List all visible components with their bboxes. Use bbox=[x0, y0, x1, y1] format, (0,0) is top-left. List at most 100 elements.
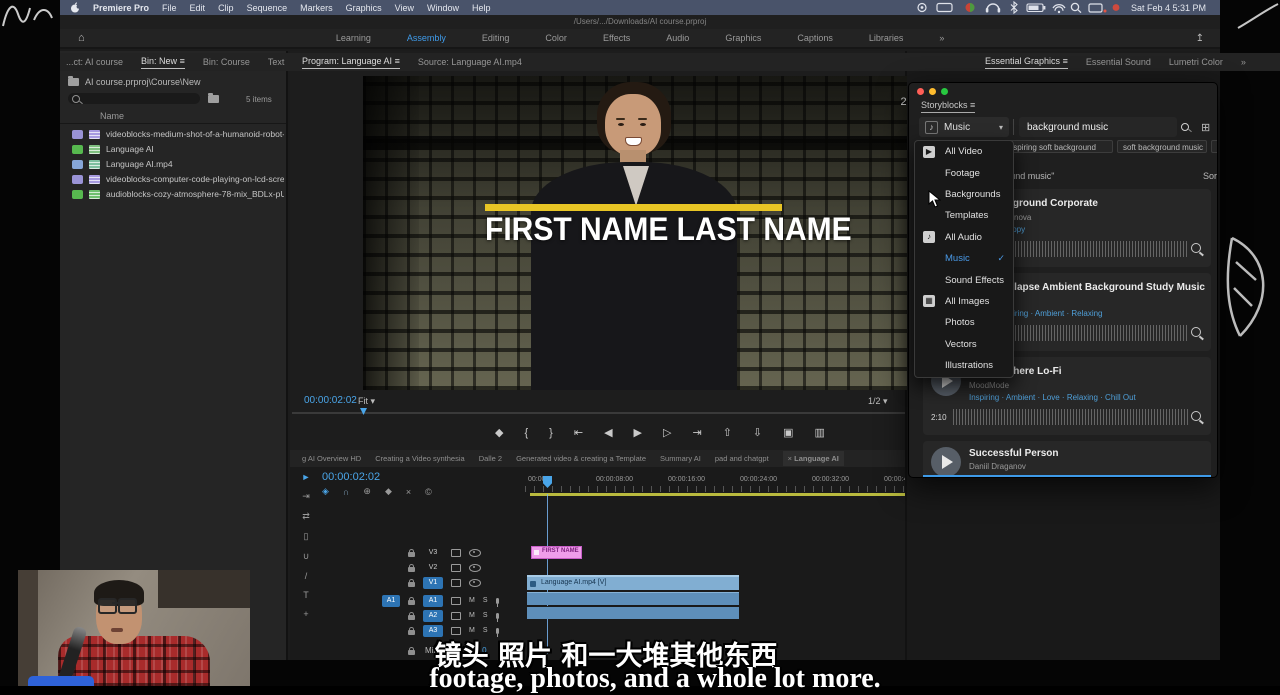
label-swatch[interactable] bbox=[72, 160, 83, 169]
track-label[interactable]: A2 bbox=[423, 610, 443, 622]
minimize-traffic-light[interactable] bbox=[929, 88, 936, 95]
play-button[interactable] bbox=[931, 447, 961, 477]
workspace-tab-audio[interactable]: Audio bbox=[666, 33, 689, 43]
hand-tool-icon[interactable]: + bbox=[303, 609, 308, 619]
menu-item-music[interactable]: Music✓ bbox=[915, 248, 1013, 269]
tab-text[interactable]: Text bbox=[268, 57, 285, 67]
toggle-track-output-icon[interactable] bbox=[469, 564, 481, 572]
file-row[interactable]: Language AI.mp4 bbox=[72, 157, 173, 171]
menu-view[interactable]: View bbox=[395, 3, 414, 13]
sequence-tab[interactable]: Creating a Video synthesia bbox=[375, 454, 465, 463]
file-row[interactable]: videoblocks-computer-code-playing-on-lcd… bbox=[72, 172, 284, 186]
storyblocks-tab[interactable]: Storyblocks ≡ bbox=[921, 100, 975, 113]
workspace-tab-editing[interactable]: Editing bbox=[482, 33, 510, 43]
menu-item-vectors[interactable]: Vectors bbox=[915, 334, 1013, 355]
audio-clip-a1[interactable] bbox=[527, 592, 739, 605]
toggle-track-output-icon[interactable] bbox=[469, 549, 481, 557]
storyblocks-search-input[interactable] bbox=[1019, 117, 1177, 137]
waveform[interactable] bbox=[953, 409, 1189, 425]
source-patch-a1[interactable]: A1 bbox=[382, 595, 400, 607]
step-back-icon[interactable]: ◀ bbox=[604, 426, 612, 439]
playhead-line[interactable] bbox=[547, 494, 548, 654]
workspace-tab-color[interactable]: Color bbox=[545, 33, 567, 43]
menubar-clock[interactable]: Sat Feb 4 5:31 PM bbox=[1131, 3, 1206, 13]
go-to-out-icon[interactable]: ⇥ bbox=[692, 426, 701, 439]
solo-button[interactable]: S bbox=[483, 612, 488, 619]
add-marker-icon[interactable]: ◆ bbox=[495, 426, 503, 439]
mark-out-icon[interactable]: } bbox=[549, 427, 553, 439]
tab-source[interactable]: Source: Language AI.mp4 bbox=[418, 57, 522, 67]
sequence-tab[interactable]: pad and chatgpt bbox=[715, 454, 769, 463]
tab-lumetri-color[interactable]: Lumetri Color bbox=[1169, 57, 1223, 67]
close-traffic-light[interactable] bbox=[917, 88, 924, 95]
export-share-icon[interactable]: ↥ bbox=[1196, 33, 1204, 44]
right-tabs-overflow-icon[interactable]: » bbox=[1241, 57, 1246, 67]
insert-overwrite-icon[interactable]: ◈ bbox=[322, 486, 329, 497]
slip-tool-icon[interactable]: ∪ bbox=[303, 551, 310, 562]
linked-selection-icon[interactable]: ⊕ bbox=[363, 486, 371, 497]
sync-lock-icon[interactable] bbox=[451, 597, 461, 605]
sync-lock-icon[interactable] bbox=[451, 612, 461, 620]
workspace-tab-graphics[interactable]: Graphics bbox=[725, 33, 761, 43]
lock-icon[interactable] bbox=[408, 582, 415, 587]
tab-program[interactable]: Program: Language AI ≡ bbox=[302, 56, 400, 69]
lock-icon[interactable] bbox=[408, 552, 415, 557]
track-label[interactable]: V1 bbox=[423, 577, 443, 589]
category-dropdown[interactable]: ♪ Music ▾ bbox=[919, 117, 1009, 137]
extract-icon[interactable]: ⇩ bbox=[753, 426, 762, 439]
menu-help[interactable]: Help bbox=[472, 3, 491, 13]
menu-item-photos[interactable]: Photos bbox=[915, 312, 1013, 333]
track-label[interactable]: V2 bbox=[423, 562, 443, 574]
lock-icon[interactable] bbox=[408, 615, 415, 620]
menu-sequence[interactable]: Sequence bbox=[247, 3, 288, 13]
fit-dropdown[interactable]: Fit ▾ bbox=[358, 396, 375, 407]
zoom-traffic-light[interactable] bbox=[941, 88, 948, 95]
sequence-tab[interactable]: Dalle 2 bbox=[479, 454, 502, 463]
workspace-tab-learning[interactable]: Learning bbox=[336, 33, 371, 43]
tab-essential-sound[interactable]: Essential Sound bbox=[1086, 57, 1151, 67]
search-chip[interactable]: an bbox=[1211, 140, 1218, 153]
type-tool-icon[interactable]: T bbox=[303, 590, 309, 600]
razor-tool-icon[interactable]: ▯ bbox=[304, 531, 309, 542]
mark-in-icon[interactable]: { bbox=[524, 427, 528, 439]
captions-icon[interactable]: © bbox=[425, 487, 432, 497]
panel-menu-icon[interactable]: ≡ bbox=[970, 100, 975, 110]
panel-menu-icon[interactable]: ≡ bbox=[1063, 56, 1068, 66]
file-row[interactable]: videoblocks-medium-shot-of-a-humanoid-ro… bbox=[72, 127, 284, 141]
menu-edit[interactable]: Edit bbox=[190, 3, 206, 13]
menu-item-all-video[interactable]: ▶All Video bbox=[915, 141, 1013, 162]
apple-logo-icon[interactable] bbox=[70, 2, 80, 13]
label-swatch[interactable] bbox=[72, 145, 83, 154]
menu-window[interactable]: Window bbox=[427, 3, 459, 13]
workspace-tab-libraries[interactable]: Libraries bbox=[869, 33, 904, 43]
solo-button[interactable]: S bbox=[483, 597, 488, 604]
panel-menu-icon[interactable]: ≡ bbox=[180, 56, 185, 66]
menu-item-footage[interactable]: Footage bbox=[915, 162, 1013, 183]
file-row[interactable]: audioblocks-cozy-atmosphere-78-mix_BDLx-… bbox=[72, 187, 284, 201]
pen-tool-icon[interactable]: / bbox=[305, 571, 308, 581]
new-bin-folder-icon[interactable] bbox=[208, 95, 219, 103]
lift-icon[interactable]: ⇧ bbox=[723, 426, 732, 439]
menu-item-illustrations[interactable]: Illustrations bbox=[915, 355, 1013, 376]
label-swatch[interactable] bbox=[72, 175, 83, 184]
timeline-ruler-strip[interactable] bbox=[525, 486, 907, 492]
program-video-frame[interactable]: FIRST NAME LAST NAME 2023 bbox=[363, 76, 965, 390]
play-icon[interactable]: ▶ bbox=[634, 426, 642, 439]
ripple-edit-tool-icon[interactable]: ⇄ bbox=[302, 511, 310, 522]
marker-icon[interactable]: ◆ bbox=[385, 486, 392, 497]
menu-app-name[interactable]: Premiere Pro bbox=[93, 3, 149, 13]
mute-button[interactable]: M bbox=[469, 597, 475, 604]
timeline-timecode[interactable]: 00:00:02:02 bbox=[322, 471, 380, 483]
home-icon[interactable]: ⌂ bbox=[78, 32, 85, 44]
menu-item-all-images[interactable]: ▦All Images bbox=[915, 291, 1013, 312]
voiceover-record-icon[interactable] bbox=[496, 628, 499, 634]
search-icon[interactable] bbox=[1181, 123, 1189, 131]
voiceover-record-icon[interactable] bbox=[496, 613, 499, 619]
menu-markers[interactable]: Markers bbox=[300, 3, 333, 13]
menu-file[interactable]: File bbox=[162, 3, 177, 13]
toggle-track-output-icon[interactable] bbox=[469, 579, 481, 587]
workspace-tab-captions[interactable]: Captions bbox=[797, 33, 833, 43]
workspace-overflow-icon[interactable]: » bbox=[939, 33, 944, 43]
video-clip-language-ai[interactable]: Language AI.mp4 [V] bbox=[527, 575, 739, 590]
project-breadcrumb[interactable]: AI course.prproj\Course\New bbox=[68, 77, 201, 87]
